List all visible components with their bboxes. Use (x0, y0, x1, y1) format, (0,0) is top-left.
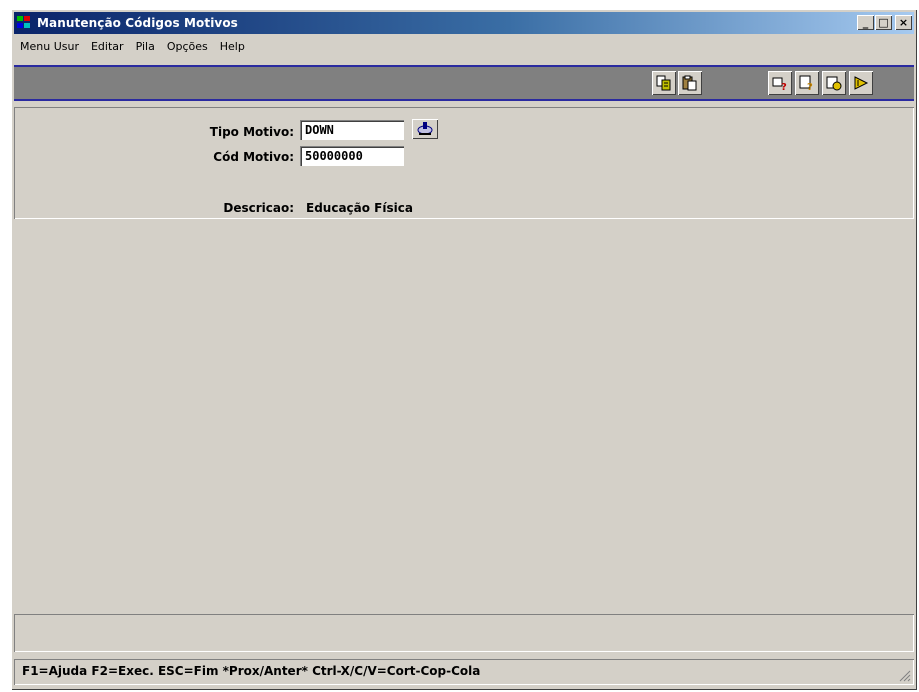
close-icon: × (898, 16, 909, 29)
window-title: Manutenção Códigos Motivos (37, 16, 238, 30)
resize-grip-icon[interactable] (897, 668, 911, 682)
menu-pila[interactable]: Pila (130, 40, 161, 53)
copy-record-icon (656, 75, 671, 91)
minimize-icon: _ (862, 16, 869, 29)
message-panel (14, 614, 914, 652)
copy-record-button[interactable] (652, 71, 676, 95)
main-window: Manutenção Códigos Motivos _ □ × Menu Us… (11, 9, 917, 690)
query-execute-button[interactable]: ? (795, 71, 819, 95)
query-button[interactable]: ? (768, 71, 792, 95)
query-icon: ? (772, 77, 787, 91)
cancel-query-icon (826, 76, 842, 91)
tipo-motivo-label: Tipo Motivo: (209, 125, 294, 139)
exit-icon (854, 76, 869, 90)
menu-menu-usur[interactable]: Menu Usur (14, 40, 85, 53)
status-text: F1=Ajuda F2=Exec. ESC=Fim *Prox/Anter* C… (22, 664, 481, 678)
menu-bar: Menu Usur Editar Pila Opções Help (14, 36, 914, 56)
close-button[interactable]: × (895, 15, 912, 30)
lookup-button[interactable] (412, 119, 438, 139)
cancel-query-button[interactable] (822, 71, 846, 95)
window-controls: _ □ × (856, 15, 912, 30)
svg-text:?: ? (807, 82, 813, 91)
paste-record-icon (682, 75, 697, 91)
descricao-value: Educação Física (306, 201, 413, 215)
maximize-button[interactable]: □ (875, 15, 892, 30)
app-icon (17, 16, 33, 30)
title-bar[interactable]: Manutenção Códigos Motivos _ □ × (14, 12, 914, 34)
query-execute-icon: ? (799, 75, 813, 91)
tipo-motivo-field[interactable]: DOWN (300, 120, 404, 140)
content-area (14, 221, 914, 613)
toolbar-separator (704, 69, 708, 97)
maximize-icon: □ (878, 16, 889, 29)
lookup-icon (417, 122, 433, 135)
minimize-button[interactable]: _ (857, 15, 874, 30)
toolbar-gap (720, 69, 764, 97)
cod-motivo-field[interactable]: 50000000 (300, 146, 404, 166)
descricao-label: Descricao: (223, 201, 294, 215)
paste-record-button[interactable] (678, 71, 702, 95)
exit-button[interactable] (849, 71, 873, 95)
menu-editar[interactable]: Editar (85, 40, 130, 53)
svg-text:?: ? (781, 82, 787, 91)
menu-help[interactable]: Help (214, 40, 251, 53)
status-bar: F1=Ajuda F2=Exec. ESC=Fim *Prox/Anter* C… (14, 659, 914, 685)
menu-opcoes[interactable]: Opções (161, 40, 214, 53)
form-panel: Tipo Motivo: DOWN Cód Motivo: 50000000 D… (14, 107, 914, 219)
toolbar: ? ? (14, 65, 914, 101)
cod-motivo-label: Cód Motivo: (213, 150, 294, 164)
